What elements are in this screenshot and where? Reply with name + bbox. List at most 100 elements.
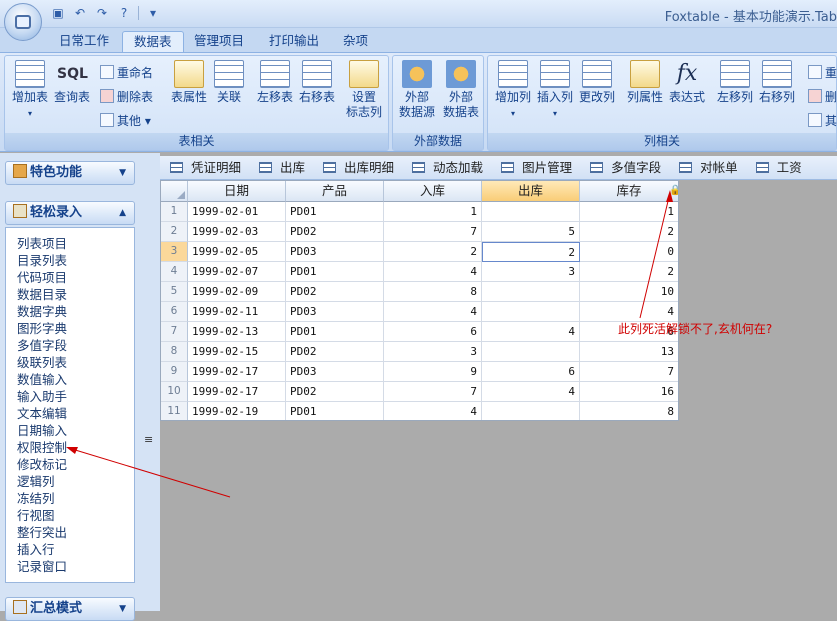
cell-in[interactable]: 4 xyxy=(384,302,482,322)
other-button[interactable]: 其他 ▾ xyxy=(100,112,151,129)
cell-out[interactable] xyxy=(482,202,580,222)
cell-stock[interactable]: 16 xyxy=(580,382,678,402)
insert-column-button[interactable]: 插入列 ▾ xyxy=(534,60,576,121)
cell-date[interactable]: 1999-02-05 xyxy=(188,242,286,262)
cell-stock[interactable]: 4 xyxy=(580,302,678,322)
doc-tab[interactable]: 动态加载 xyxy=(402,156,491,179)
list-item[interactable]: 修改标记 xyxy=(17,456,134,473)
panel-special-features[interactable]: 特色功能 ▼ xyxy=(5,161,135,185)
cell-in[interactable]: 1 xyxy=(384,202,482,222)
cell-out[interactable]: 4 xyxy=(482,382,580,402)
row-header[interactable]: 1 xyxy=(161,202,188,222)
cell-product[interactable]: PD02 xyxy=(286,342,384,362)
cell-out[interactable] xyxy=(482,302,580,322)
doc-tab[interactable]: 图片管理 xyxy=(491,156,580,179)
help-icon[interactable]: ? xyxy=(116,5,132,21)
cell-product[interactable]: PD03 xyxy=(286,242,384,262)
cell-stock[interactable]: 8 xyxy=(580,402,678,420)
cell-product[interactable]: PD03 xyxy=(286,362,384,382)
doc-tab[interactable]: 出库明细 xyxy=(313,156,402,179)
doc-tab[interactable]: 凭证明细 xyxy=(160,156,249,179)
expression-button[interactable]: fx 表达式 xyxy=(666,60,708,105)
table-props-button[interactable]: 表属性 xyxy=(167,60,211,105)
add-table-button[interactable]: 增加表 ▾ xyxy=(9,60,51,121)
cell-date[interactable]: 1999-02-09 xyxy=(188,282,286,302)
panel-easy-entry[interactable]: 轻松录入 ▲ xyxy=(5,201,135,225)
list-item[interactable]: 输入助手 xyxy=(17,388,134,405)
splitter[interactable]: ≡ xyxy=(140,153,160,611)
external-source-button[interactable]: 外部 数据源 xyxy=(395,60,439,120)
doc-tab[interactable]: 工资 xyxy=(746,156,810,179)
cell-out[interactable]: 3 xyxy=(482,262,580,282)
cell-out[interactable]: 2 xyxy=(482,242,580,262)
row-header[interactable]: 5 xyxy=(161,282,188,302)
cell-in[interactable]: 7 xyxy=(384,222,482,242)
row-header[interactable]: 3 xyxy=(161,242,188,262)
move-table-left-button[interactable]: 左移表 xyxy=(254,60,296,105)
query-table-button[interactable]: SQL 查询表 xyxy=(51,60,93,105)
row-header[interactable]: 10 xyxy=(161,382,188,402)
cell-date[interactable]: 1999-02-03 xyxy=(188,222,286,242)
external-table-button[interactable]: 外部 数据表 xyxy=(439,60,483,120)
cell-date[interactable]: 1999-02-13 xyxy=(188,322,286,342)
cell-out[interactable]: 6 xyxy=(482,362,580,382)
cell-stock[interactable]: 2 xyxy=(580,262,678,282)
list-item[interactable]: 整行突出 xyxy=(17,524,134,541)
rename-button[interactable]: 重命名 xyxy=(100,64,153,81)
cell-product[interactable]: PD02 xyxy=(286,382,384,402)
lock-icon[interactable]: 🔒 xyxy=(669,185,678,196)
cell-stock[interactable]: 13 xyxy=(580,342,678,362)
other-column-button[interactable]: 其 xyxy=(808,112,837,129)
select-all-corner[interactable] xyxy=(161,181,188,202)
list-item[interactable]: 记录窗口 xyxy=(17,558,134,575)
list-item[interactable]: 日期输入 xyxy=(17,422,134,439)
relation-button[interactable]: 关联 xyxy=(211,60,247,105)
cell-in[interactable]: 6 xyxy=(384,322,482,342)
cell-in[interactable]: 2 xyxy=(384,242,482,262)
list-item[interactable]: 目录列表 xyxy=(17,252,134,269)
column-header-out[interactable]: 出库 xyxy=(482,181,580,202)
undo-icon[interactable]: ↶ xyxy=(72,5,88,21)
save-icon[interactable]: ▣ xyxy=(50,5,66,21)
column-header-stock[interactable]: 库存 xyxy=(580,181,678,202)
cell-out[interactable] xyxy=(482,342,580,362)
cell-in[interactable]: 7 xyxy=(384,382,482,402)
delete-column-button[interactable]: 删 xyxy=(808,88,837,105)
cell-in[interactable]: 9 xyxy=(384,362,482,382)
move-column-left-button[interactable]: 左移列 xyxy=(714,60,756,105)
row-header[interactable]: 11 xyxy=(161,402,188,420)
cell-product[interactable]: PD01 xyxy=(286,322,384,342)
list-item[interactable]: 代码项目 xyxy=(17,269,134,286)
row-header[interactable]: 6 xyxy=(161,302,188,322)
list-item[interactable]: 权限控制 xyxy=(17,439,134,456)
delete-table-button[interactable]: 删除表 xyxy=(100,88,153,105)
row-header[interactable]: 2 xyxy=(161,222,188,242)
list-item[interactable]: 插入行 xyxy=(17,541,134,558)
cell-product[interactable]: PD03 xyxy=(286,302,384,322)
doc-tab[interactable]: 多值字段 xyxy=(580,156,669,179)
move-column-right-button[interactable]: 右移列 xyxy=(756,60,798,105)
cell-out[interactable]: 5 xyxy=(482,222,580,242)
tab-data-table[interactable]: 数据表 xyxy=(122,31,184,52)
cell-stock[interactable]: 0 xyxy=(580,242,678,262)
cell-product[interactable]: PD02 xyxy=(286,282,384,302)
list-item[interactable]: 冻结列 xyxy=(17,490,134,507)
list-item[interactable]: 数值输入 xyxy=(17,371,134,388)
cell-date[interactable]: 1999-02-11 xyxy=(188,302,286,322)
list-item[interactable]: 文本编辑 xyxy=(17,405,134,422)
cell-product[interactable]: PD02 xyxy=(286,222,384,242)
doc-tab[interactable]: 对帐单 xyxy=(669,156,746,179)
cell-date[interactable]: 1999-02-17 xyxy=(188,382,286,402)
cell-in[interactable]: 8 xyxy=(384,282,482,302)
tab-print-output[interactable]: 打印输出 xyxy=(258,31,330,52)
list-item[interactable]: 行视图 xyxy=(17,507,134,524)
cell-stock[interactable]: 7 xyxy=(580,362,678,382)
app-menu-button[interactable] xyxy=(4,3,42,41)
tab-project-management[interactable]: 管理项目 xyxy=(183,31,255,52)
cell-product[interactable]: PD01 xyxy=(286,402,384,420)
cell-in[interactable]: 3 xyxy=(384,342,482,362)
row-header[interactable]: 7 xyxy=(161,322,188,342)
cell-stock[interactable]: 2 xyxy=(580,222,678,242)
column-props-button[interactable]: 列属性 xyxy=(624,60,666,105)
cell-date[interactable]: 1999-02-15 xyxy=(188,342,286,362)
